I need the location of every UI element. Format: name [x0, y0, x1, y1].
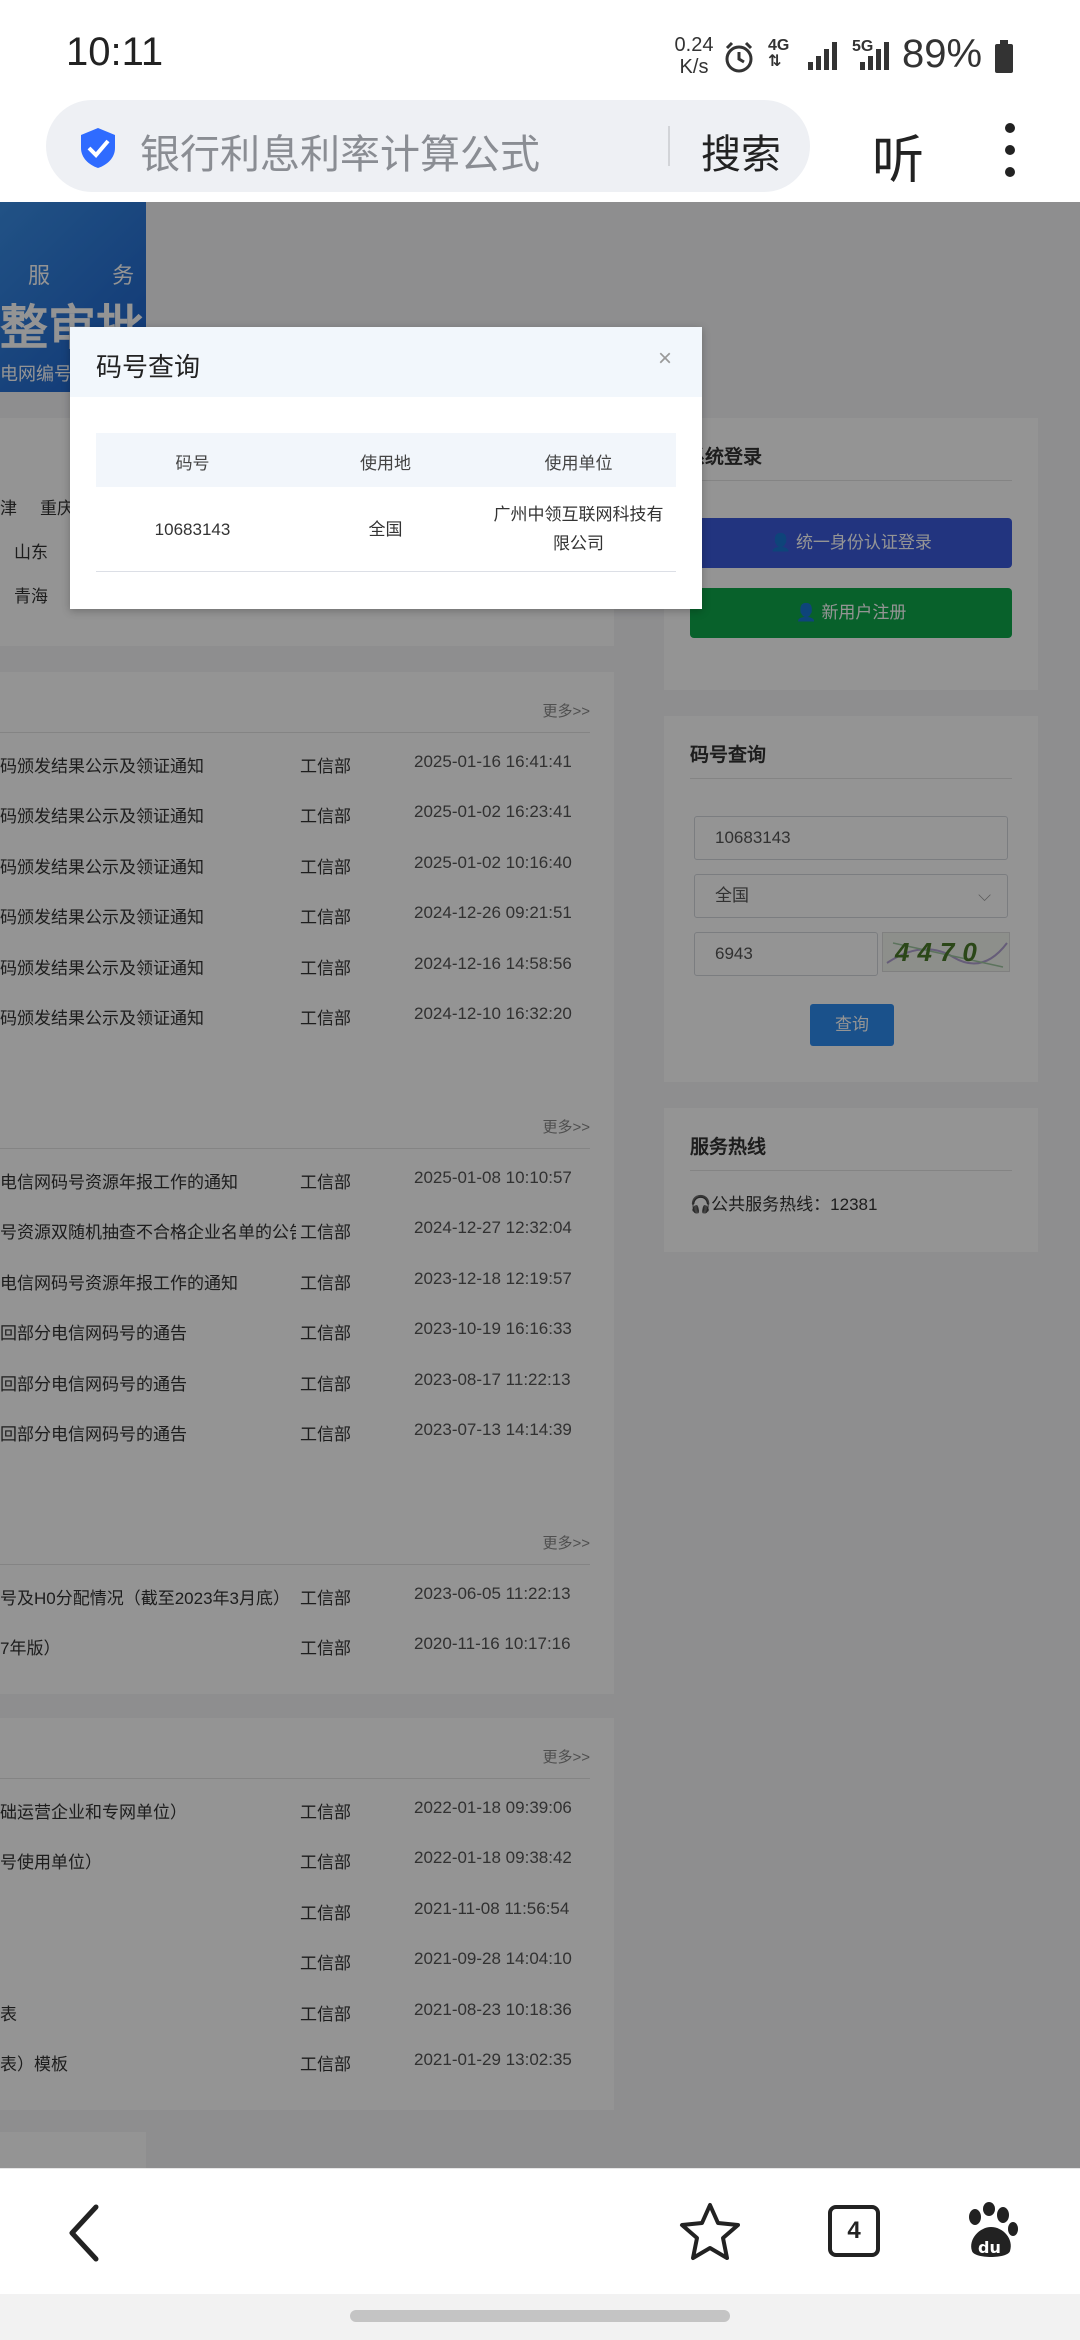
status-bar: 10:11 0.24 K/s 4G ⇅ 5G 89% [0, 0, 1080, 96]
battery-level: 89% [902, 32, 983, 76]
result-table-header: 码号 使用地 使用单位 [96, 433, 676, 487]
network-speed-unit: K/s [679, 56, 709, 78]
signal-icon-2 [860, 42, 889, 70]
tabs-count-button[interactable]: 4 [828, 2205, 880, 2257]
data-arrows-icon: ⇅ [768, 53, 782, 70]
result-location: 全国 [368, 520, 403, 539]
gesture-area [0, 2294, 1080, 2340]
search-button[interactable]: 搜索 [701, 122, 781, 180]
code-query-dialog: 码号查询 × 码号 使用地 使用单位 10683143 全国 广州中领互联网科技… [70, 327, 702, 609]
column-header-code: 码号 [175, 454, 210, 473]
battery-icon [995, 40, 1013, 73]
clock: 10:11 [66, 30, 164, 74]
column-header-unit: 使用单位 [544, 454, 613, 473]
more-menu-icon[interactable] [1002, 120, 1018, 180]
result-unit-line1: 广州中领互联网科技有 [493, 505, 664, 524]
dialog-header: 码号查询 × [70, 327, 702, 397]
signal-icon [808, 42, 837, 70]
result-code: 10683143 [154, 520, 231, 539]
browser-bottom-nav: 4 du [0, 2168, 1080, 2294]
security-shield-icon [81, 128, 115, 168]
network-type-4g: 4G ⇅ [768, 37, 790, 70]
search-query-text[interactable]: 银行利息利率计算公式 [140, 122, 540, 180]
listen-button[interactable]: 听 [872, 118, 924, 193]
network-speed-value: 0.24 [674, 34, 714, 56]
alarm-icon [725, 41, 753, 73]
address-bar-divider [668, 126, 670, 166]
svg-text:du: du [978, 2238, 1001, 2257]
home-gesture-bar[interactable] [350, 2310, 730, 2322]
baidu-paw-icon[interactable]: du [962, 2201, 1020, 2263]
result-unit-line2: 限公司 [553, 534, 604, 553]
network-speed: 0.24 K/s [670, 34, 718, 78]
result-table-bottom-line [96, 571, 676, 572]
dialog-title: 码号查询 [96, 352, 201, 382]
back-arrow-icon[interactable] [62, 2203, 112, 2263]
address-bar[interactable]: 银行利息利率计算公式 搜索 [46, 100, 810, 192]
column-header-location: 使用地 [360, 454, 411, 473]
close-icon[interactable]: × [658, 345, 672, 373]
browser-toolbar: 银行利息利率计算公式 搜索 听 [0, 96, 1080, 202]
result-unit: 广州中领互联网科技有 限公司 [482, 500, 675, 558]
bookmark-star-icon[interactable] [678, 2201, 742, 2263]
